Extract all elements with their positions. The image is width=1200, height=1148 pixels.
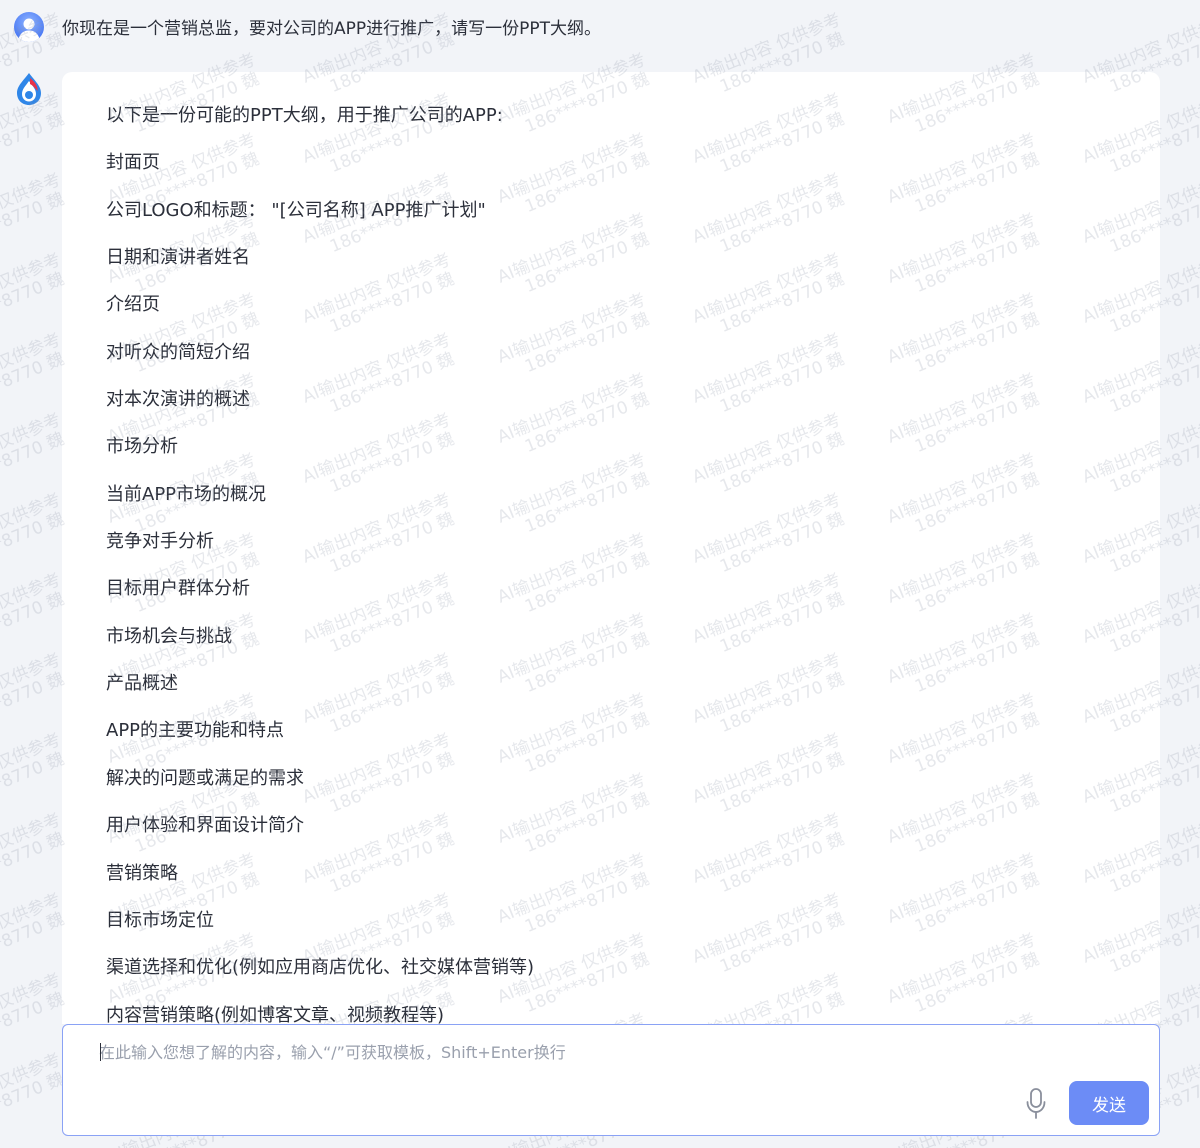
watermark-line-2: 186****8770 魏 [0,1068,68,1137]
watermark-line-1: AI输出内容 仅供参考 [0,729,64,808]
watermark-text: AI输出内容 仅供参考186****8770 魏 [0,409,71,505]
message-composer: 发送 [62,1024,1160,1136]
watermark-line-1: AI输出内容 仅供参考 [0,249,64,328]
watermark-line-2: 186****8770 魏 [0,268,68,337]
watermark-line-2: 186****8770 魏 [0,428,68,497]
watermark-line-1: AI输出内容 仅供参考 [0,489,64,568]
watermark-line-2: 186****8770 魏 [0,188,68,257]
watermark-line-1: AI输出内容 仅供参考 [0,889,64,968]
watermark-line-2: 186****8770 魏 [0,908,68,977]
watermark-text: AI输出内容 仅供参考186****8770 魏 [0,809,71,905]
watermark-line-1: AI输出内容 仅供参考 [0,1049,64,1128]
watermark-text: AI输出内容 仅供参考186****8770 魏 [0,1049,71,1145]
watermark-line-2: 186****8770 魏 [0,988,68,1057]
watermark-line-1: AI输出内容 仅供参考 [0,809,64,888]
watermark-text: AI输出内容 仅供参考186****8770 魏 [0,729,71,825]
answer-line: 渠道选择和优化(例如应用商店优化、社交媒体营销等) [106,957,535,979]
watermark-line-2: 186****8770 魏 [0,348,68,417]
watermark-line-2: 186****8770 魏 [0,748,68,817]
answer-line: APP的主要功能和特点 [106,720,285,742]
answer-line: 对听众的简短介绍 [106,341,250,363]
flame-drop-logo-icon [13,72,45,106]
watermark-text: AI输出内容 仅供参考186****8770 魏 [0,889,71,985]
answer-line: 产品概述 [106,673,178,695]
answer-line: 以下是一份可能的PPT大纲，用于推广公司的APP: [106,105,503,126]
answer-line: 市场分析 [106,436,178,458]
watermark-line-2: 186****8770 魏 [0,508,68,577]
answer-line: 当前APP市场的概况 [106,483,267,505]
answer-line: 目标用户群体分析 [106,578,250,600]
answer-line: 介绍页 [106,294,160,316]
answer-line: 对本次演讲的概述 [106,389,250,411]
watermark-line-2: 186****8770 魏 [0,588,68,657]
watermark-text: AI输出内容 仅供参考186****8770 魏 [0,649,71,745]
watermark-line-2: 186****8770 魏 [0,668,68,737]
watermark-line-1: AI输出内容 仅供参考 [0,409,64,488]
answer-line: 竞争对手分析 [106,531,214,553]
watermark-text: AI输出内容 仅供参考186****8770 魏 [0,569,71,665]
message-input[interactable] [99,1039,999,1065]
assistant-answer-card: 以下是一份可能的PPT大纲，用于推广公司的APP: 封面页 公司LOGO和标题：… [62,72,1160,1024]
answer-line: 解决的问题或满足的需求 [106,767,304,789]
watermark-text: AI输出内容 仅供参考186****8770 魏 [0,169,71,265]
answer-line: 内容营销策略(例如博客文章、视频教程等) [106,1004,445,1024]
answer-line: 用户体验和界面设计简介 [106,815,304,837]
answer-line: 日期和演讲者姓名 [106,247,250,269]
watermark-line-1: AI输出内容 仅供参考 [0,169,64,248]
answer-line: 封面页 [106,152,160,174]
watermark-line-1: AI输出内容 仅供参考 [0,969,64,1048]
user-avatar-icon [14,12,44,42]
watermark-text: AI输出内容 仅供参考186****8770 魏 [0,249,71,345]
answer-line: 市场机会与挑战 [106,625,232,647]
watermark-line-1: AI输出内容 仅供参考 [0,649,64,728]
watermark-text: AI输出内容 仅供参考186****8770 魏 [0,969,71,1065]
user-message-row: 你现在是一个营销总监，要对公司的APP进行推广，请写一份PPT大纲。 [0,0,1200,60]
answer-line: 目标市场定位 [106,909,214,931]
answer-line: 营销策略 [106,862,178,884]
send-button[interactable]: 发送 [1069,1081,1149,1125]
watermark-line-1: AI输出内容 仅供参考 [0,569,64,648]
watermark-text: AI输出内容 仅供参考186****8770 魏 [0,329,71,425]
user-message-text: 你现在是一个营销总监，要对公司的APP进行推广，请写一份PPT大纲。 [62,19,602,39]
chat-page: 你现在是一个营销总监，要对公司的APP进行推广，请写一份PPT大纲。 以下是一份… [0,0,1200,1148]
watermark-line-2: 186****8770 魏 [0,828,68,897]
answer-line: 公司LOGO和标题： "[公司名称] APP推广计划" [106,199,486,221]
watermark-line-2: 186****8770 魏 [0,108,68,177]
answer-outline-list: 以下是一份可能的PPT大纲，用于推广公司的APP: 封面页 公司LOGO和标题：… [106,104,534,1024]
microphone-icon[interactable] [1025,1087,1047,1121]
watermark-text: AI输出内容 仅供参考186****8770 魏 [0,489,71,585]
text-caret [100,1043,101,1061]
watermark-line-1: AI输出内容 仅供参考 [0,329,64,408]
